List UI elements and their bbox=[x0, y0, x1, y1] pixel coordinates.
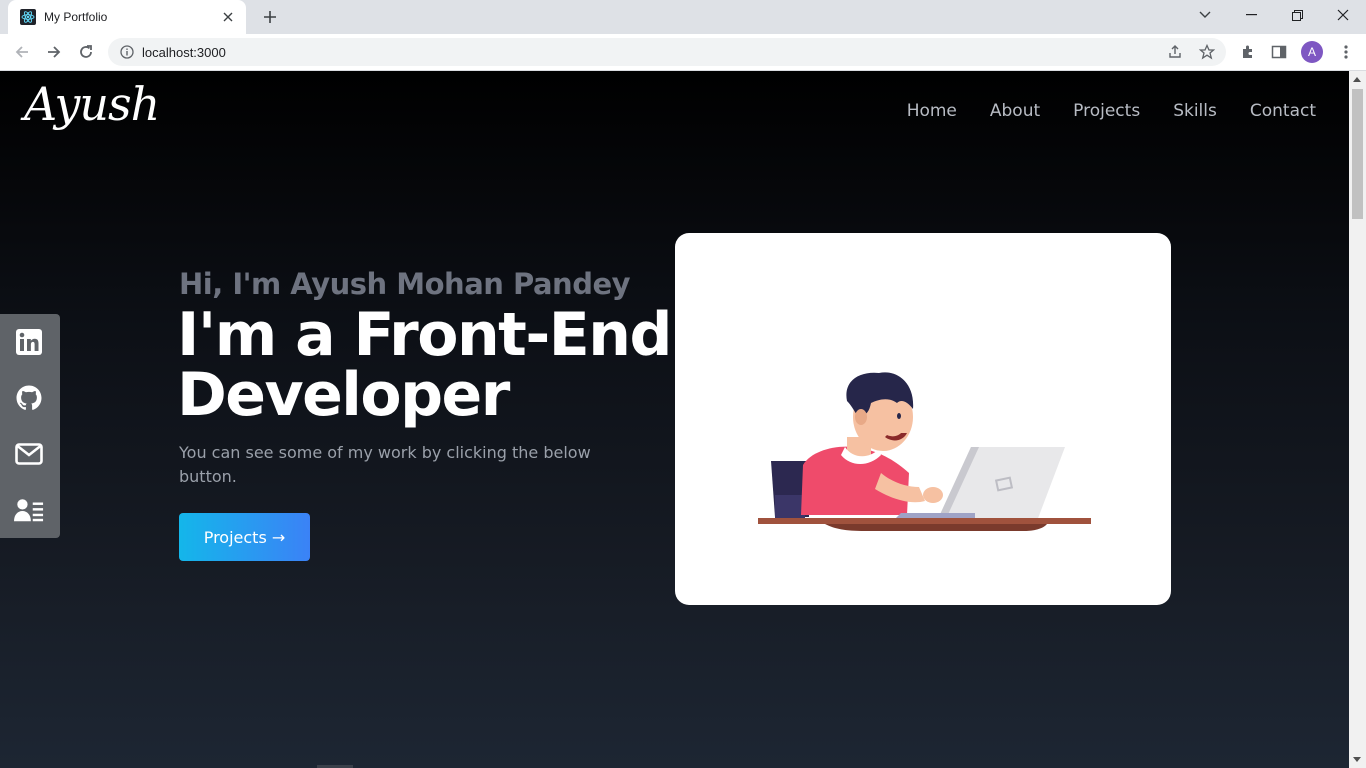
bookmark-star-icon[interactable] bbox=[1199, 44, 1215, 60]
developer-illustration bbox=[758, 372, 1091, 531]
site-logo[interactable]: Ayush bbox=[24, 77, 160, 131]
restore-button[interactable] bbox=[1274, 0, 1320, 30]
scroll-down-arrow-icon[interactable] bbox=[1353, 757, 1361, 762]
back-button[interactable] bbox=[9, 39, 35, 65]
nav-about[interactable]: About bbox=[990, 101, 1040, 121]
minimize-button[interactable] bbox=[1228, 0, 1274, 30]
browser-tabstrip: My Portfolio bbox=[0, 0, 1366, 34]
scroll-up-arrow-icon[interactable] bbox=[1353, 77, 1361, 82]
github-icon[interactable] bbox=[14, 383, 44, 413]
address-bar[interactable]: localhost:3000 bbox=[108, 38, 1226, 66]
nav-projects[interactable]: Projects bbox=[1073, 101, 1140, 121]
site-nav: Home About Projects Skills Contact bbox=[907, 101, 1316, 121]
hero-illustration-card bbox=[675, 233, 1171, 605]
hero-title: I'm a Front-End Developer bbox=[177, 300, 672, 430]
share-icon[interactable] bbox=[1167, 44, 1183, 60]
hero-greeting: Hi, I'm Ayush Mohan Pandey bbox=[179, 267, 631, 301]
page-viewport: Ayush Home About Projects Skills Contact… bbox=[0, 71, 1349, 768]
page-scrollbar[interactable] bbox=[1349, 71, 1366, 768]
kebab-menu-icon[interactable] bbox=[1337, 43, 1355, 61]
tab-search-icon[interactable] bbox=[1182, 0, 1228, 30]
reload-button[interactable] bbox=[73, 39, 99, 65]
mail-icon[interactable] bbox=[14, 439, 44, 469]
url-text: localhost:3000 bbox=[142, 44, 226, 60]
close-window-button[interactable] bbox=[1320, 0, 1366, 30]
profile-avatar[interactable]: A bbox=[1301, 41, 1323, 63]
resume-icon[interactable] bbox=[14, 495, 44, 525]
close-tab-icon[interactable] bbox=[220, 9, 236, 25]
social-sidebar bbox=[0, 314, 60, 538]
info-icon[interactable] bbox=[120, 45, 134, 59]
scroll-thumb[interactable] bbox=[1352, 89, 1363, 219]
nav-contact[interactable]: Contact bbox=[1250, 101, 1316, 121]
forward-button[interactable] bbox=[41, 39, 67, 65]
nav-skills[interactable]: Skills bbox=[1173, 101, 1217, 121]
nav-home[interactable]: Home bbox=[907, 101, 957, 121]
browser-tab[interactable]: My Portfolio bbox=[8, 0, 246, 34]
new-tab-button[interactable] bbox=[258, 5, 282, 29]
extensions-icon[interactable] bbox=[1239, 43, 1257, 61]
tab-title: My Portfolio bbox=[44, 10, 108, 24]
linkedin-icon[interactable] bbox=[14, 327, 44, 357]
side-panel-icon[interactable] bbox=[1270, 43, 1288, 61]
projects-button[interactable]: Projects → bbox=[179, 513, 310, 561]
browser-toolbar: localhost:3000 A bbox=[0, 34, 1366, 71]
react-favicon-icon bbox=[20, 9, 36, 25]
hero-description: You can see some of my work by clicking … bbox=[179, 443, 591, 486]
